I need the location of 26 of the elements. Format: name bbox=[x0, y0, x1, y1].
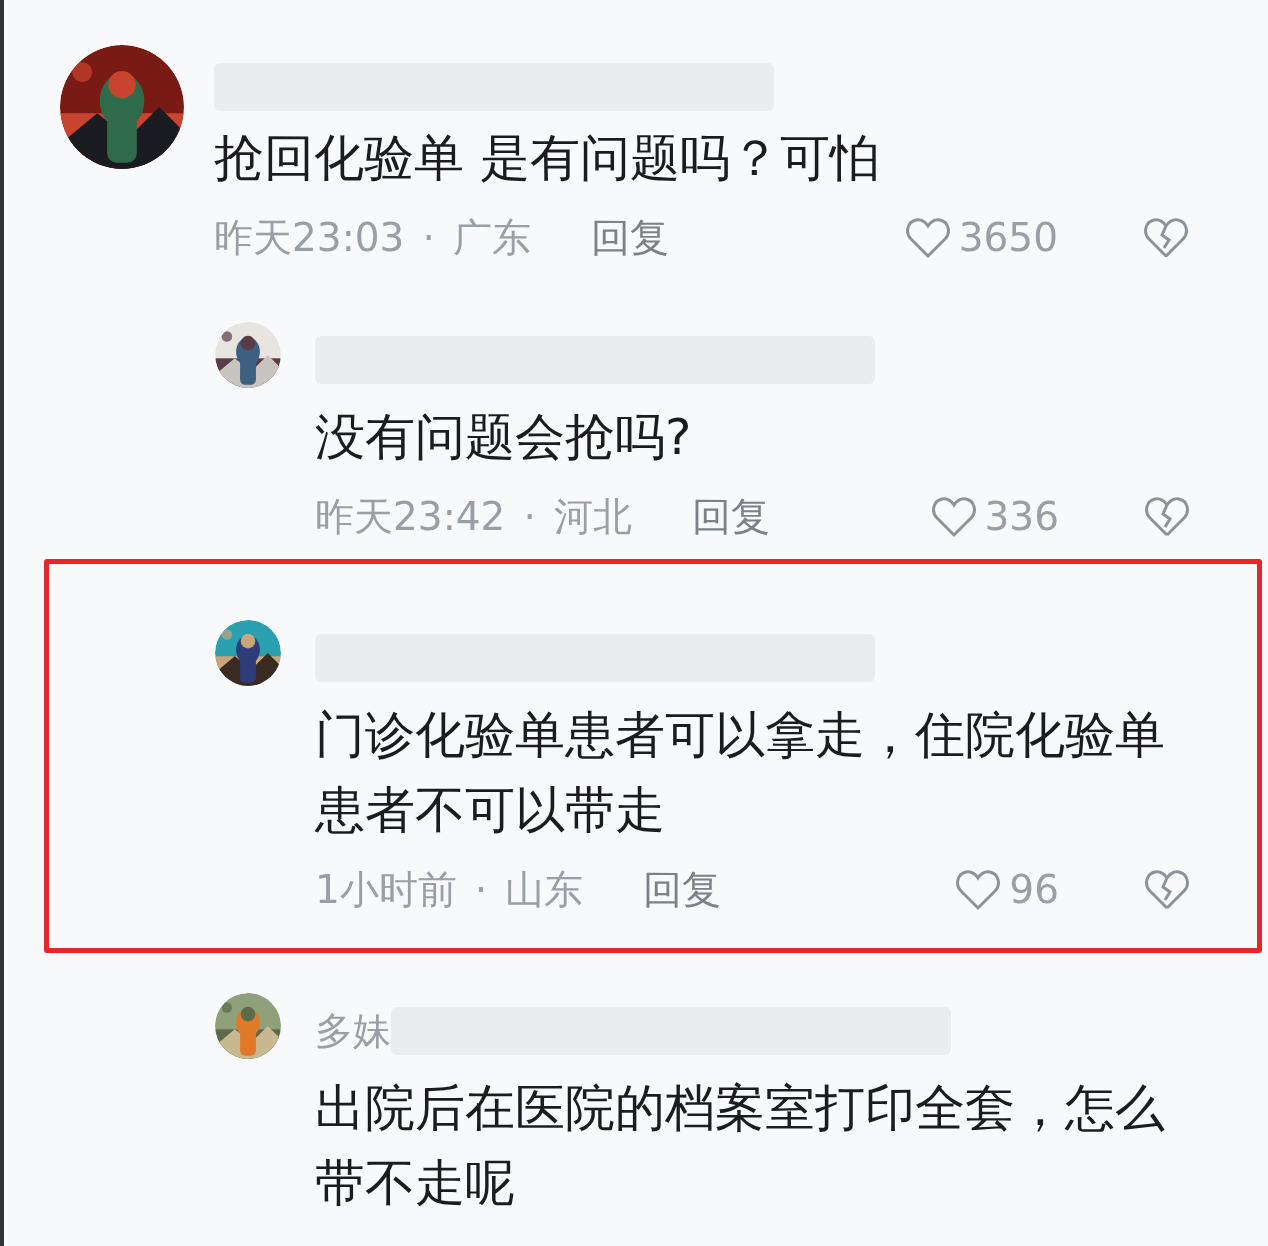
separator-dot: · bbox=[422, 213, 435, 262]
like-count: 96 bbox=[1009, 865, 1059, 914]
heart-icon[interactable] bbox=[904, 217, 951, 259]
broken-heart-icon[interactable] bbox=[1144, 869, 1190, 911]
comment-text: 没有问题会抢吗? bbox=[315, 407, 693, 468]
separator-dot: · bbox=[474, 865, 488, 914]
broken-heart-icon[interactable] bbox=[1144, 496, 1190, 538]
like-count: 3650 bbox=[958, 213, 1058, 262]
reply-button[interactable]: 回复 bbox=[590, 208, 669, 268]
comment-text: 出院后在医院的档案室打印全套，怎么带不走呢 bbox=[315, 1078, 1166, 1214]
timestamp: 昨天23:03 bbox=[214, 213, 405, 262]
username[interactable]: 多妹 bbox=[315, 1012, 391, 1050]
broken-heart-icon[interactable] bbox=[1143, 217, 1189, 259]
location: 广东 bbox=[452, 213, 531, 262]
location: 河北 bbox=[553, 492, 632, 541]
reply-button[interactable]: 回复 bbox=[691, 487, 770, 547]
comment-text: 门诊化验单患者可以拿走，住院化验单患者不可以带走 bbox=[315, 705, 1166, 841]
timestamp: 1小时前 bbox=[315, 865, 457, 914]
like-count: 336 bbox=[984, 492, 1059, 541]
reply-button[interactable]: 回复 bbox=[643, 860, 722, 920]
comment-text: 抢回化验单 是有问题吗？可怕 bbox=[214, 128, 881, 189]
heart-icon[interactable] bbox=[955, 869, 1002, 911]
separator-dot: · bbox=[523, 492, 536, 541]
heart-icon[interactable] bbox=[930, 496, 977, 538]
location: 山东 bbox=[505, 865, 584, 914]
timestamp: 昨天23:42 bbox=[315, 492, 506, 541]
